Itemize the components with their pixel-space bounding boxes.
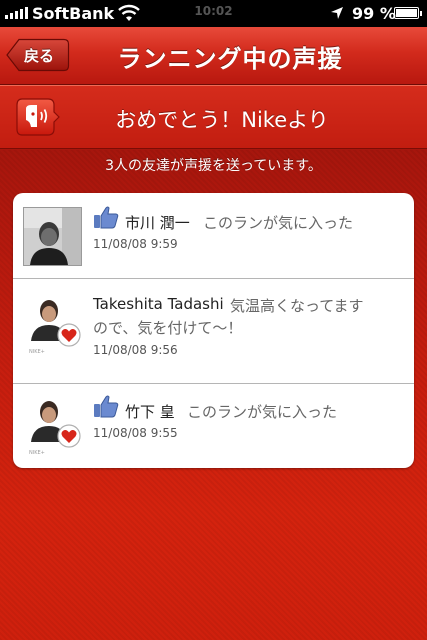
list-item[interactable]: 市川 潤一 このランが気に入った 11/08/08 9:59 <box>13 193 414 278</box>
page-title: ランニング中の声援 <box>117 45 343 73</box>
back-button[interactable]: 戻る <box>6 38 70 72</box>
cheer-text: このランが気に入った <box>187 403 338 421</box>
like-thumb-icon <box>94 206 119 229</box>
like-thumb-icon <box>94 395 119 418</box>
cheer-message: おめでとう！Nikeより <box>115 108 329 132</box>
battery-icon <box>394 7 422 19</box>
svg-text:NIKE+: NIKE+ <box>29 450 45 456</box>
timestamp: 11/08/08 9:56 <box>93 343 178 357</box>
list-item[interactable]: NIKE+ 竹下 皇 このランが気に入った 11/08/08 9:55 <box>13 384 414 468</box>
cheer-voice-icon <box>16 98 60 136</box>
avatar <box>23 207 82 266</box>
friend-count-text: 3人の友達が声援を送っています。 <box>105 158 322 174</box>
timestamp: 11/08/08 9:59 <box>93 237 178 251</box>
avatar: NIKE+ <box>23 396 83 458</box>
svg-text:NIKE+: NIKE+ <box>29 349 45 355</box>
navigation-bar: 戻る ランニング中の声援 <box>0 27 427 85</box>
cheer-banner: おめでとう！Nikeより <box>0 85 427 149</box>
sender-name: Takeshita Tadashi <box>93 295 224 313</box>
sender-name: 市川 潤一 <box>125 214 190 232</box>
battery-percent: 99 % <box>352 4 396 23</box>
sender-name: 竹下 皇 <box>125 403 175 421</box>
back-button-label: 戻る <box>24 47 55 65</box>
location-arrow-icon <box>331 7 343 19</box>
cheer-list: 市川 潤一 このランが気に入った 11/08/08 9:59 NIKE+ Tak… <box>13 193 414 468</box>
cheer-text-line2: ので、気を付けて〜！ <box>93 319 243 337</box>
cheer-text: このランが気に入った <box>203 214 354 232</box>
status-bar: SoftBank 10:02 99 % <box>0 0 427 27</box>
list-item[interactable]: NIKE+ Takeshita Tadashi 気温高くなってます ので、気を付… <box>13 279 414 383</box>
timestamp: 11/08/08 9:55 <box>93 426 178 440</box>
cheer-text-line1: 気温高くなってます <box>230 297 364 315</box>
avatar: NIKE+ <box>23 295 83 357</box>
